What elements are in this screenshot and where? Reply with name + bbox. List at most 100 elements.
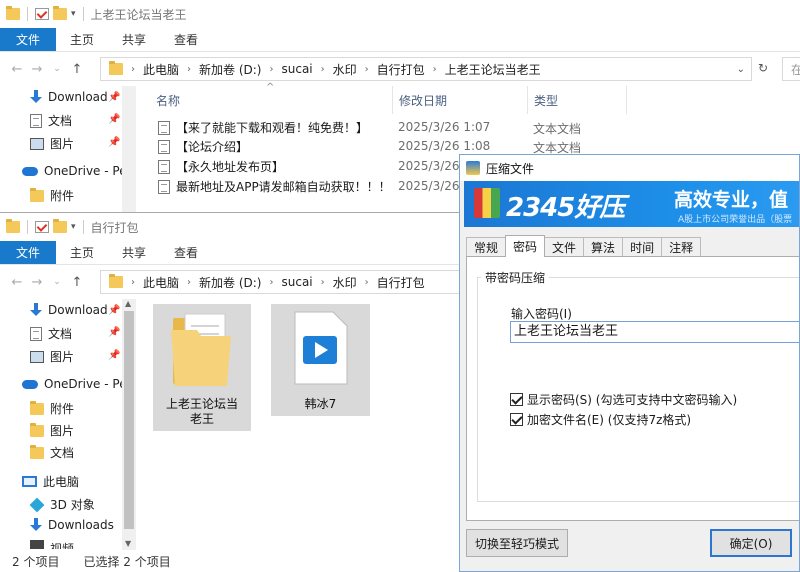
recent-dropdown-icon[interactable]: ⌄ bbox=[50, 64, 64, 74]
tab-comment[interactable]: 注释 bbox=[661, 237, 702, 257]
show-password-checkbox[interactable]: 显示密码(S) (勾选可支持中文密码输入) bbox=[510, 391, 737, 408]
list-item[interactable]: 【永久地址发布页】 bbox=[158, 158, 284, 175]
address-bar[interactable]: › 此电脑 › 新加卷 (D:) › sucai › 水印 › 自行打包 bbox=[100, 270, 461, 294]
navigation-scrollbar[interactable] bbox=[122, 86, 136, 212]
scroll-up-icon[interactable]: ▲ bbox=[125, 299, 131, 308]
this-pc-icon bbox=[22, 476, 37, 487]
properties-icon[interactable] bbox=[35, 8, 49, 20]
breadcrumb-item[interactable]: 水印 bbox=[333, 61, 357, 78]
sidebar-item-download[interactable]: Download bbox=[30, 303, 108, 317]
back-icon[interactable]: ← bbox=[10, 275, 24, 290]
dialog-tabs: 常规 密码 文件 算法 时间 注释 bbox=[466, 235, 799, 257]
sidebar-item-pictures[interactable]: 图片 bbox=[30, 348, 74, 365]
sidebar-item-documents[interactable]: 文档 bbox=[30, 325, 72, 342]
breadcrumb-item[interactable]: 此电脑 bbox=[143, 274, 179, 291]
column-header-date[interactable]: 修改日期 bbox=[392, 86, 527, 114]
tab-view[interactable]: 查看 bbox=[160, 28, 212, 51]
checkbox-checked-icon bbox=[510, 413, 523, 426]
sidebar-item-download[interactable]: Download bbox=[30, 90, 108, 104]
sidebar-item-label: Download bbox=[48, 90, 108, 104]
item-label: 韩冰7 bbox=[304, 397, 337, 411]
back-icon[interactable]: ← bbox=[10, 62, 24, 77]
navigation-scrollbar[interactable]: ▲ ▼ bbox=[122, 299, 136, 550]
ok-button[interactable]: 确定(O) bbox=[710, 529, 792, 557]
title-bar: ▾ 上老王论坛当老王 bbox=[0, 0, 800, 28]
tab-time[interactable]: 时间 bbox=[622, 237, 663, 257]
tab-file[interactable]: 文件 bbox=[0, 28, 57, 51]
sidebar-item-this-pc[interactable]: 此电脑 bbox=[22, 473, 79, 490]
sidebar-item-documents[interactable]: 文档 bbox=[30, 112, 72, 129]
tab-home[interactable]: 主页 bbox=[56, 28, 108, 51]
picture-icon bbox=[30, 137, 44, 150]
folder-icon bbox=[6, 6, 20, 20]
banner-slogan: 高效专业，值 bbox=[674, 189, 789, 211]
tab-view[interactable]: 查看 bbox=[160, 241, 212, 264]
password-input[interactable]: 上老王论坛当老王 bbox=[510, 321, 799, 343]
forward-icon[interactable]: → bbox=[30, 62, 44, 77]
refresh-icon[interactable]: ↻ bbox=[758, 61, 768, 75]
quick-access-dropdown-icon[interactable]: ▾ bbox=[71, 222, 76, 232]
tab-share[interactable]: 共享 bbox=[108, 241, 160, 264]
file-name: 【来了就能下载和观看！纯免费！】 bbox=[176, 121, 369, 135]
column-header-type[interactable]: 类型 bbox=[527, 86, 627, 114]
encrypt-filenames-checkbox[interactable]: 加密文件名(E) (仅支持7z格式) bbox=[510, 411, 691, 428]
tab-general[interactable]: 常规 bbox=[466, 237, 507, 257]
quick-access-dropdown-icon[interactable]: ▾ bbox=[71, 9, 76, 19]
address-dropdown-icon[interactable]: ⌄ bbox=[737, 64, 745, 75]
new-folder-icon[interactable] bbox=[53, 6, 67, 20]
sidebar-item-onedrive-documents[interactable]: 文档 bbox=[30, 444, 74, 461]
search-placeholder: 在 bbox=[791, 63, 800, 77]
forward-icon[interactable]: → bbox=[30, 275, 44, 290]
recent-dropdown-icon[interactable]: ⌄ bbox=[50, 277, 64, 287]
list-item[interactable]: 【来了就能下载和观看！纯免费！】 bbox=[158, 119, 368, 136]
document-icon bbox=[30, 113, 42, 128]
file-date: 2025/3/26 bbox=[398, 179, 460, 193]
sidebar-item-pictures[interactable]: 图片 bbox=[30, 135, 74, 152]
tab-files[interactable]: 文件 bbox=[544, 237, 585, 257]
breadcrumb-item[interactable]: 新加卷 (D:) bbox=[199, 274, 261, 291]
tab-home[interactable]: 主页 bbox=[56, 241, 108, 264]
search-input[interactable]: 在 bbox=[782, 57, 800, 81]
breadcrumb-item[interactable]: 新加卷 (D:) bbox=[199, 61, 261, 78]
column-header-name[interactable]: 名称 ^ bbox=[156, 82, 396, 114]
up-icon[interactable]: ↑ bbox=[70, 62, 84, 77]
sidebar-item-downloads[interactable]: Downloads bbox=[30, 518, 114, 532]
item-label: 上老王论坛当老王 bbox=[165, 397, 238, 426]
breadcrumb-item[interactable]: 自行打包 bbox=[377, 274, 425, 291]
navigation-pane: Download 📌 文档 📌 图片 📌 OneDrive - Per 附件 图… bbox=[0, 299, 132, 550]
folder-tile[interactable]: 上老王论坛当老王 bbox=[153, 304, 251, 431]
sidebar-item-3d-objects[interactable]: 3D 对象 bbox=[29, 496, 95, 513]
tab-file[interactable]: 文件 bbox=[0, 241, 57, 264]
breadcrumb-item[interactable]: 水印 bbox=[333, 274, 357, 291]
breadcrumb-item[interactable]: 上老王论坛当老王 bbox=[445, 61, 541, 78]
up-icon[interactable]: ↑ bbox=[70, 275, 84, 290]
sidebar-item-onedrive[interactable]: OneDrive - Per bbox=[22, 377, 132, 391]
tab-share[interactable]: 共享 bbox=[108, 28, 160, 51]
breadcrumb-item[interactable]: 此电脑 bbox=[143, 61, 179, 78]
tab-password[interactable]: 密码 bbox=[505, 235, 546, 257]
list-item[interactable]: 【论坛介绍】 bbox=[158, 138, 248, 155]
address-bar[interactable]: › 此电脑 › 新加卷 (D:) › sucai › 水印 › 自行打包 › 上老王论坛当… bbox=[100, 57, 752, 81]
list-item[interactable]: 最新地址及APP请发邮箱自动获取！！！ bbox=[158, 178, 391, 195]
sidebar-item-attachments[interactable]: 附件 bbox=[30, 400, 74, 417]
switch-lite-mode-button[interactable]: 切换至轻巧模式 bbox=[466, 529, 568, 557]
video-file-tile[interactable]: 韩冰7 bbox=[271, 304, 370, 416]
properties-icon[interactable] bbox=[35, 221, 49, 233]
sidebar-item-label: Download bbox=[48, 303, 108, 317]
breadcrumb-item[interactable]: sucai bbox=[281, 62, 312, 76]
sidebar-item-videos[interactable]: 视频 bbox=[30, 540, 74, 549]
sidebar-item-label: 文档 bbox=[48, 327, 73, 341]
onedrive-icon bbox=[22, 166, 38, 176]
sidebar-item-onedrive[interactable]: OneDrive - Per bbox=[22, 164, 132, 178]
navigation-pane: Download 📌 文档 📌 图片 📌 OneDrive - Per 附件 bbox=[0, 86, 132, 212]
sidebar-item-attachments[interactable]: 附件 bbox=[30, 187, 74, 204]
scrollbar-thumb[interactable] bbox=[124, 311, 134, 529]
scroll-down-icon[interactable]: ▼ bbox=[125, 539, 131, 548]
tab-algorithm[interactable]: 算法 bbox=[583, 237, 624, 257]
sidebar-item-onedrive-pictures[interactable]: 图片 bbox=[30, 422, 74, 439]
breadcrumb-item[interactable]: sucai bbox=[281, 275, 312, 289]
file-name: 最新地址及APP请发邮箱自动获取！！！ bbox=[176, 180, 391, 194]
new-folder-icon[interactable] bbox=[53, 219, 67, 233]
group-title: 带密码压缩 bbox=[481, 269, 550, 286]
breadcrumb-item[interactable]: 自行打包 bbox=[377, 61, 425, 78]
